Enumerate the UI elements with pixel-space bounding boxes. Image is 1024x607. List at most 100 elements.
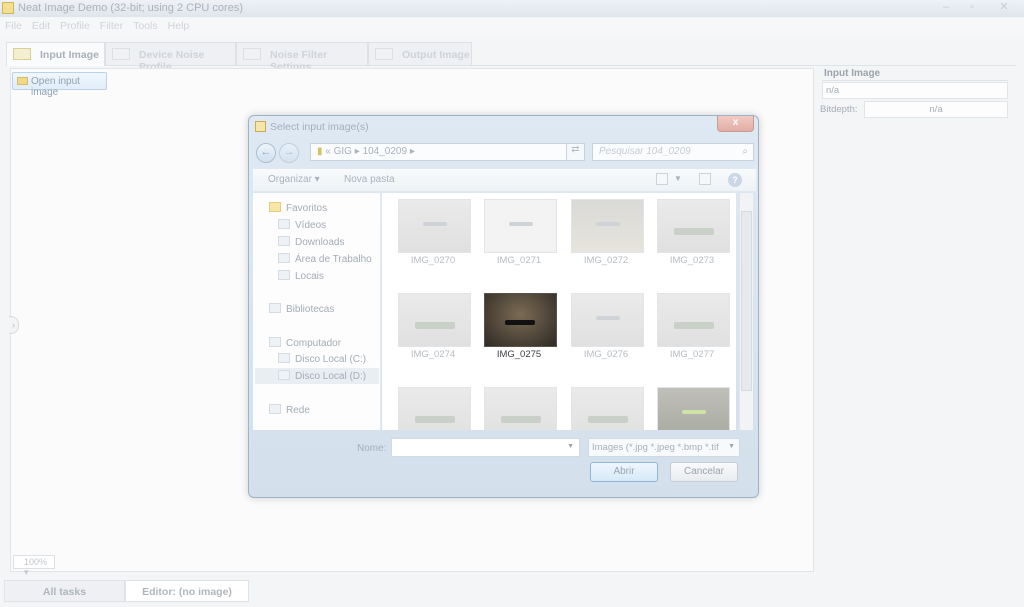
file-name: IMG_0271 <box>496 255 542 266</box>
breadcrumb-gig[interactable]: GIG <box>334 146 352 157</box>
navigation-pane: Favoritos Vídeos Downloads Área de Traba… <box>253 193 381 430</box>
file-item-selected[interactable]: IMG_0275 <box>476 287 562 379</box>
airplane-icon <box>509 222 533 226</box>
chevron-down-icon[interactable]: ▼ <box>674 174 682 183</box>
nav-libraries[interactable]: Bibliotecas <box>269 303 334 315</box>
image-thumbnail <box>484 293 557 347</box>
search-input[interactable]: Pesquisar 104_0209 ⌕ <box>592 143 754 161</box>
breadcrumb-104-0209[interactable]: 104_0209 <box>363 146 408 157</box>
tab-noise-filter-settings[interactable]: Noise Filter Settings <box>236 42 368 73</box>
nav-label: Locais <box>295 271 324 282</box>
nav-desktop[interactable]: Área de Trabalho <box>278 253 372 265</box>
nav-disk-c[interactable]: Disco Local (C:) <box>278 353 366 365</box>
image-thumbnail <box>571 387 644 430</box>
nav-network[interactable]: Rede <box>269 404 310 416</box>
nav-label: Vídeos <box>295 220 327 231</box>
image-thumbnail <box>571 293 644 347</box>
computer-icon <box>269 337 281 347</box>
title-bar: Neat Image Demo (32-bit; using 2 CPU cor… <box>0 0 1024 17</box>
file-grid-scrollbar[interactable] <box>739 193 753 430</box>
nav-favorites[interactable]: Favoritos <box>269 202 327 214</box>
nav-label: Favoritos <box>286 203 328 214</box>
file-item[interactable] <box>476 381 562 430</box>
file-item[interactable] <box>649 381 735 430</box>
videos-icon <box>278 219 290 229</box>
restore-button[interactable]: ▫ <box>959 0 985 16</box>
new-folder-button[interactable]: Nova pasta <box>344 174 395 185</box>
menu-file[interactable]: File <box>0 18 27 34</box>
tab-bar: Input Image Device Noise Profile Noise F… <box>6 42 1016 73</box>
refresh-icon[interactable]: ⇄ <box>566 143 585 161</box>
file-item[interactable]: IMG_0276 <box>563 287 649 379</box>
info-title: Input Image <box>824 68 881 79</box>
file-name: IMG_0277 <box>669 349 715 360</box>
nav-computer[interactable]: Computador <box>269 337 341 349</box>
back-arrow-icon[interactable]: ← <box>256 143 276 163</box>
file-type-select[interactable]: Images (*.jpg *.jpeg *.bmp *.tif ▼ <box>588 438 740 457</box>
open-input-image-button[interactable]: Open input image <box>12 72 107 98</box>
help-icon[interactable]: ? <box>728 173 742 187</box>
open-button[interactable]: Abrir <box>590 462 658 482</box>
tab-all-tasks[interactable]: All tasks <box>4 580 125 602</box>
organize-button[interactable]: Organizar ▾ <box>268 174 320 185</box>
file-name: IMG_0272 <box>583 255 629 266</box>
scrollbar-thumb[interactable] <box>741 211 752 391</box>
navigation-bar: ← → ▮ « GIG ▸ 104_0209 ▸ ▼ ⇄ Pesquisar 1… <box>253 141 756 166</box>
airplane-icon <box>415 322 455 329</box>
address-prefix: « <box>325 146 331 157</box>
tab-editor[interactable]: Editor: (no image) <box>125 580 249 602</box>
forward-arrow-icon[interactable]: → <box>279 143 299 163</box>
nav-disk-d[interactable]: Disco Local (D:) <box>255 368 379 384</box>
chevron-down-icon[interactable]: ▼ <box>567 443 574 450</box>
menu-profile[interactable]: Profile <box>55 18 95 34</box>
nav-label: Bibliotecas <box>286 304 335 315</box>
app-icon <box>2 2 14 14</box>
select-input-dialog: Select input image(s) x ← → ▮ « GIG ▸ 10… <box>248 115 759 498</box>
menu-filter[interactable]: Filter <box>95 18 128 34</box>
minimize-button[interactable]: – <box>933 0 959 16</box>
breadcrumb-separator: ▸ <box>409 146 415 157</box>
airplane-icon <box>505 320 535 325</box>
file-name: IMG_0275 <box>496 349 542 360</box>
address-bar[interactable]: ▮ « GIG ▸ 104_0209 ▸ ▼ <box>310 143 585 161</box>
file-item[interactable]: IMG_0271 <box>476 193 562 285</box>
file-type-value: Images (*.jpg *.jpeg *.bmp *.tif <box>592 442 719 453</box>
view-options-icon[interactable] <box>656 173 668 185</box>
file-item[interactable]: IMG_0277 <box>649 287 735 379</box>
preview-pane-icon[interactable] <box>699 173 711 185</box>
nav-videos[interactable]: Vídeos <box>278 219 326 231</box>
dialog-app-icon <box>255 121 266 132</box>
tab-output-image[interactable]: Output Image <box>368 42 472 65</box>
airplane-icon <box>596 316 620 320</box>
dialog-close-button[interactable]: x <box>717 116 754 132</box>
file-item[interactable]: IMG_0273 <box>649 193 735 285</box>
output-image-icon <box>375 48 393 60</box>
file-name-label: Nome: <box>357 443 387 454</box>
tab-device-noise-profile[interactable]: Device Noise Profile <box>105 42 236 73</box>
image-thumbnail <box>484 199 557 253</box>
menu-help[interactable]: Help <box>163 18 195 34</box>
file-item[interactable]: IMG_0274 <box>390 287 476 379</box>
menu-tools[interactable]: Tools <box>128 18 163 34</box>
nav-label: Downloads <box>295 237 345 248</box>
filter-settings-icon <box>243 48 261 60</box>
info-value: n/a <box>822 82 1008 99</box>
nav-places[interactable]: Locais <box>278 270 324 282</box>
input-image-icon <box>13 48 31 60</box>
close-button[interactable]: ✕ <box>987 0 1021 16</box>
file-item[interactable] <box>390 381 476 430</box>
nav-downloads[interactable]: Downloads <box>278 236 344 248</box>
file-grid: IMG_0270 IMG_0271 IMG_0272 IMG_0273 IMG_… <box>382 193 736 430</box>
file-item[interactable]: IMG_0272 <box>563 193 649 285</box>
airplane-icon <box>682 410 706 414</box>
file-item[interactable]: IMG_0270 <box>390 193 476 285</box>
tab-label: Input Image <box>40 49 99 61</box>
tab-label: Output Image <box>402 49 470 61</box>
file-name-input[interactable]: ▼ <box>391 438 580 457</box>
file-item[interactable] <box>563 381 649 430</box>
tab-input-image[interactable]: Input Image <box>6 42 105 66</box>
zoom-select[interactable]: 100% ▾ <box>13 555 55 577</box>
cancel-button[interactable]: Cancelar <box>670 462 738 482</box>
file-name: IMG_0270 <box>410 255 456 266</box>
menu-edit[interactable]: Edit <box>27 18 55 34</box>
